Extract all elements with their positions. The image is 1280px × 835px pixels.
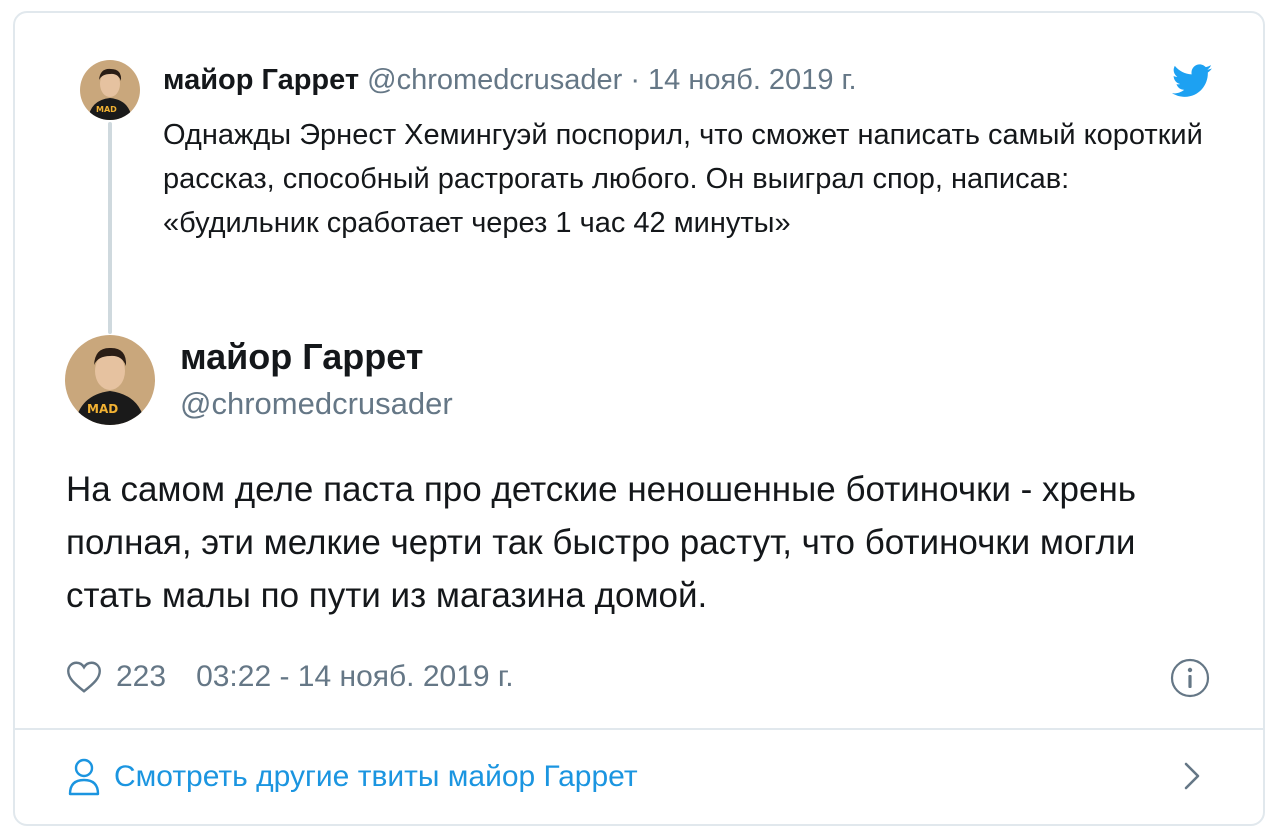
like-count: 223	[116, 660, 167, 693]
avatar-image: MAD	[65, 335, 155, 425]
avatar-image: MAD	[80, 60, 140, 120]
more-tweets-label: Смотреть другие твиты майор Гаррет	[114, 760, 638, 793]
like-button[interactable]: 223	[66, 656, 196, 698]
quoted-tweet-date[interactable]: 14 нояб. 2019 г.	[648, 64, 857, 96]
tweet-timestamp[interactable]: 03:22 - 14 нояб. 2019 г.	[196, 656, 513, 698]
main-tweet-text: На самом деле паста про детские неношенн…	[66, 470, 1137, 615]
main-author-handle[interactable]: @chromedcrusader	[180, 384, 453, 424]
quoted-tweet-text: Однажды Эрнест Хемингуэй поспорил, что с…	[163, 119, 1203, 239]
tweet-meta-row: 223 03:22 - 14 нояб. 2019 г.	[66, 656, 514, 698]
heart-icon	[67, 661, 101, 693]
main-author-avatar[interactable]: MAD	[65, 335, 155, 425]
info-icon[interactable]	[1170, 658, 1210, 698]
thread-connector-line	[108, 122, 112, 334]
avatar-badge-text: MAD	[87, 402, 118, 416]
quoted-tweet-header: майор Гаррет @chromedcrusader · 14 нояб.…	[163, 62, 857, 98]
quoted-author-name[interactable]: майор Гаррет	[163, 64, 359, 96]
person-icon	[68, 758, 100, 796]
main-author-name[interactable]: майор Гаррет	[180, 335, 423, 379]
quoted-author-handle[interactable]: @chromedcrusader	[367, 64, 622, 96]
twitter-bird-icon[interactable]	[1172, 64, 1212, 98]
footer-divider	[15, 728, 1263, 730]
chevron-right-icon[interactable]	[1178, 760, 1206, 792]
quoted-author-avatar[interactable]: MAD	[80, 60, 140, 120]
more-tweets-link[interactable]: Смотреть другие твиты майор Гаррет	[66, 755, 638, 799]
header-separator: ·	[630, 64, 640, 96]
avatar-badge-text: MAD	[96, 105, 117, 114]
